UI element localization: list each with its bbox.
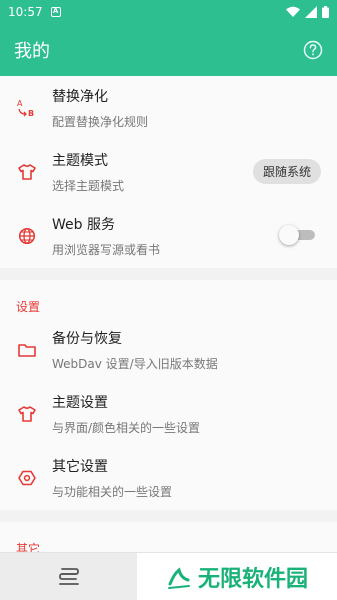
top-card: A B 替换净化 配置替换净化规则 主题模式 选择主题模式 跟随系统 Web 服… [0,76,337,268]
item-title: 主题模式 [52,153,108,169]
settings-list[interactable]: A B 替换净化 配置替换净化规则 主题模式 选择主题模式 跟随系统 Web 服… [0,76,337,552]
settings-card: 设置 备份与恢复 WebDav 设置/导入旧版本数据 主题设置 与界面/颜色相关… [0,280,337,510]
item-title: 主题设置 [52,395,108,411]
bottom-bar: 无限软件园 [0,552,337,600]
tshirt-icon [16,403,38,425]
status-time: 10:57 [8,5,43,19]
item-title: 其它设置 [52,459,108,475]
signal-icon [305,6,317,18]
tshirt-icon [16,161,38,183]
folder-icon [16,339,38,361]
item-summary: 用浏览器写源或看书 [52,243,161,257]
other-card: 其它 [0,522,337,552]
status-app-notification-icon: A [50,7,61,17]
list-item-backup-restore[interactable]: 备份与恢复 WebDav 设置/导入旧版本数据 [0,318,337,382]
theme-mode-value-chip[interactable]: 跟随系统 [252,159,321,184]
list-item-web-service[interactable]: Web 服务 用浏览器写源或看书 [0,204,337,268]
item-title: 备份与恢复 [52,331,122,347]
watermark-text: 无限软件园 [197,566,308,592]
hexagon-settings-icon [16,467,38,489]
item-title: 替换净化 [52,89,108,105]
globe-icon [16,225,38,247]
item-summary: WebDav 设置/导入旧版本数据 [52,357,218,371]
list-item-theme-mode[interactable]: 主题模式 选择主题模式 跟随系统 [0,140,337,204]
replace-ab-icon: A B [16,97,38,119]
watermark: 无限软件园 [137,553,337,600]
item-summary: 配置替换净化规则 [52,115,149,129]
item-summary: 与功能相关的一些设置 [52,485,173,499]
status-bar: 10:57 A [0,0,337,24]
item-summary: 选择主题模式 [52,179,125,193]
section-header-other: 其它 [16,542,41,552]
section-divider [0,510,337,522]
section-header-settings: 设置 [16,300,41,314]
wifi-icon [286,6,300,17]
app-bar: 我的 [0,24,337,76]
battery-icon [322,6,329,18]
list-item-theme-settings[interactable]: 主题设置 与界面/颜色相关的一些设置 [0,382,337,446]
bottom-menu-button[interactable] [0,553,137,600]
section-divider [0,268,337,280]
list-item-replace-purify[interactable]: A B 替换净化 配置替换净化规则 [0,76,337,140]
item-title: Web 服务 [52,217,115,233]
watermark-logo-icon [167,566,190,589]
svg-text:A: A [17,99,23,108]
switch-thumb [279,225,299,245]
page-title: 我的 [14,41,50,62]
menu-icon [58,567,79,585]
item-summary: 与界面/颜色相关的一些设置 [52,421,201,435]
list-item-other-settings[interactable]: 其它设置 与功能相关的一些设置 [0,446,337,510]
web-service-switch[interactable] [279,225,315,245]
svg-text:B: B [28,109,34,118]
help-icon[interactable] [303,40,323,60]
